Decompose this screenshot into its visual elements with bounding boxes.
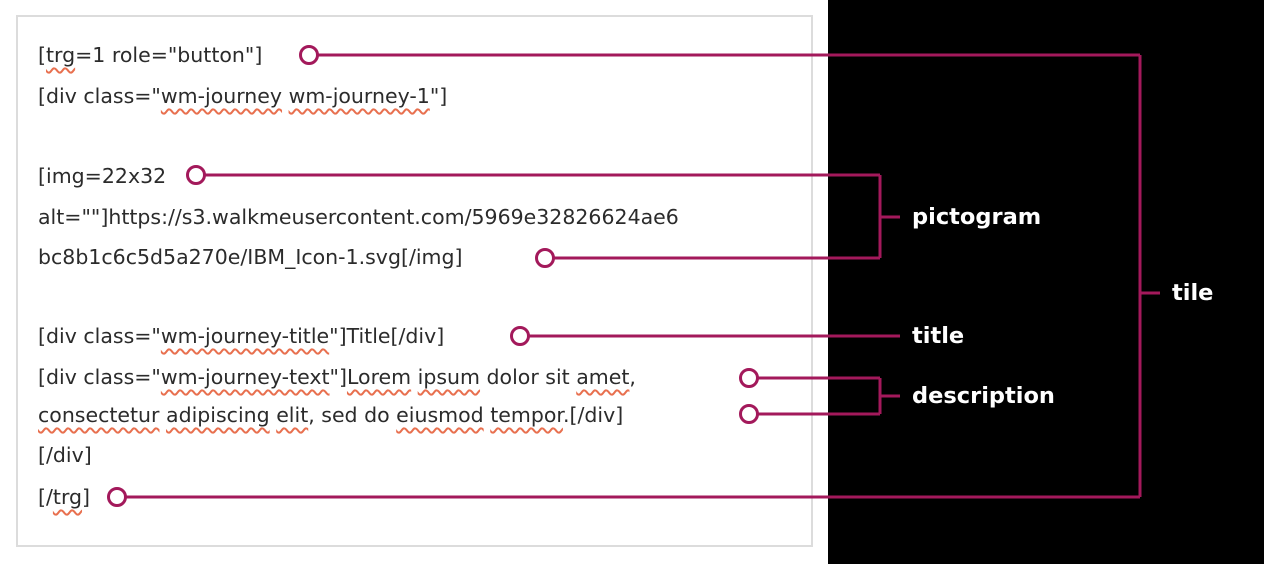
connector-endpoint-trg-close — [107, 487, 127, 507]
connector-endpoint-img-close — [535, 248, 555, 268]
label-title: title — [912, 323, 965, 349]
label-tile: tile — [1172, 280, 1214, 306]
connector-lines — [107, 45, 1160, 507]
connector-endpoint-img-open — [186, 165, 206, 185]
connector-endpoint-trg-open — [299, 45, 319, 65]
label-pictogram: pictogram — [912, 204, 1042, 230]
connector-endpoint-title — [510, 326, 530, 346]
label-description: description — [912, 383, 1055, 409]
connector-endpoint-text-close — [739, 404, 759, 424]
connector-endpoint-text-open — [739, 368, 759, 388]
